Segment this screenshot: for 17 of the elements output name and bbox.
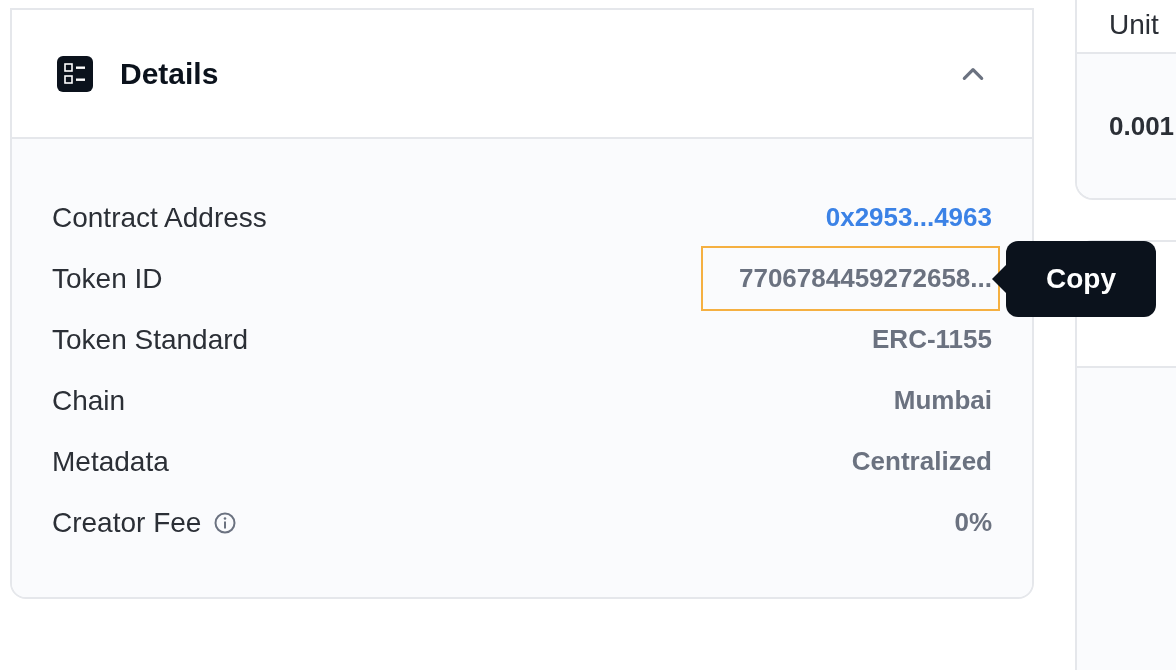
section-title: Details: [120, 56, 220, 91]
price-value: 0.001: [1109, 110, 1175, 142]
field-label: Token ID: [52, 262, 163, 295]
column-header: Unit: [1109, 9, 1159, 41]
field-label: Token Standard: [52, 323, 249, 356]
field-label: Metadata: [52, 445, 169, 478]
field-label: Contract Address: [52, 201, 267, 234]
field-label: Creator Fee: [52, 506, 202, 539]
field-value[interactable]: 0%: [954, 507, 992, 538]
field-value[interactable]: 7706784459272658...: [702, 248, 998, 309]
field-value[interactable]: Mumbai: [893, 385, 992, 416]
list-icon: [57, 55, 93, 92]
field-value[interactable]: ERC-1155: [872, 324, 992, 355]
contract-link[interactable]: 0x2953...4963: [825, 202, 992, 233]
field-label: Chain: [52, 384, 126, 417]
tooltip-text: Copy: [1046, 262, 1116, 294]
field-value[interactable]: Centralized: [851, 446, 992, 477]
